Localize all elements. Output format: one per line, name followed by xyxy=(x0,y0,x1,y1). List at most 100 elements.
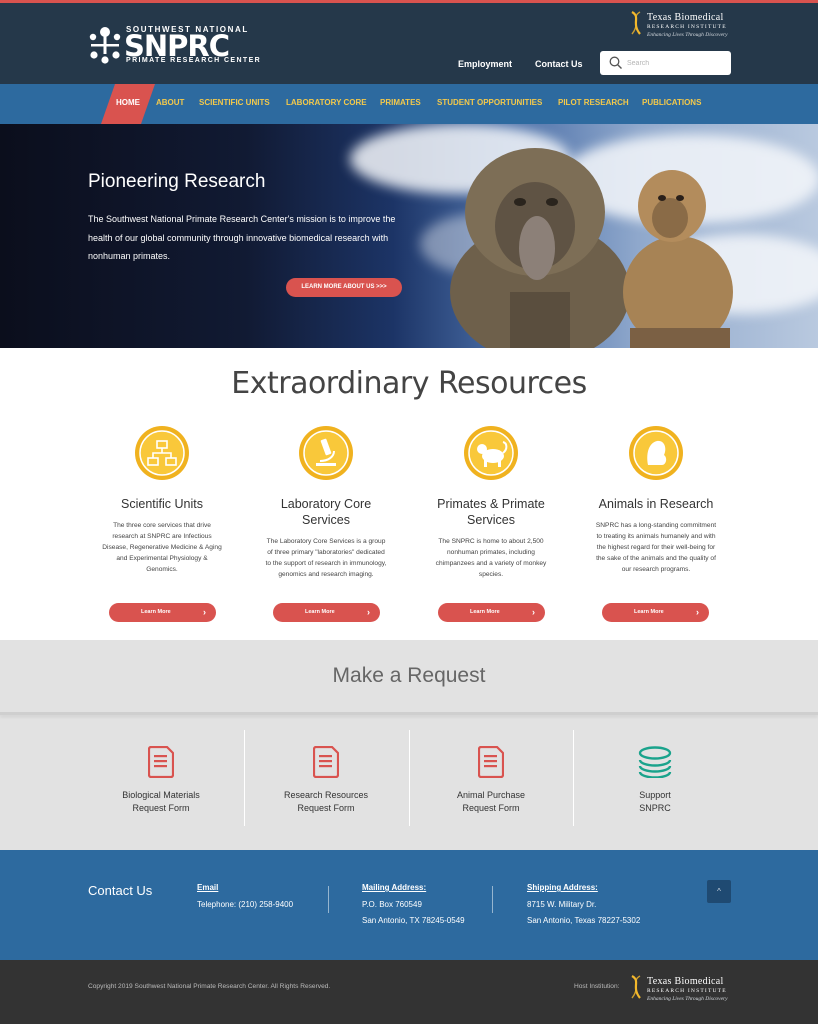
nav-item-home[interactable]: HOME xyxy=(116,98,140,107)
chevron-up-icon: ^ xyxy=(717,887,721,896)
email-link[interactable]: Email xyxy=(197,883,218,892)
shipping-address-line1: 8715 W. Military Dr. xyxy=(527,900,597,909)
form-document-icon xyxy=(313,746,339,778)
request-label: Research Resources Request Form xyxy=(251,789,401,815)
texas-biomed-subname: RESEARCH INSTITUTE xyxy=(647,24,727,30)
resource-card: Scientific Units The three core services… xyxy=(100,425,224,575)
button-label: Learn More xyxy=(470,609,500,615)
search-input[interactable] xyxy=(627,55,723,71)
request-label-line2: SNPRC xyxy=(639,803,671,813)
request-label-line1: Support xyxy=(639,790,671,800)
request-label-line2: Request Form xyxy=(132,803,190,813)
resource-description: The SNPRC is home to about 2,500 nonhuma… xyxy=(435,538,547,578)
org-chart-icon xyxy=(135,426,189,480)
research-resources-request-link[interactable]: Research Resources Request Form xyxy=(251,746,401,815)
hero-title: Pioneering Research xyxy=(88,171,266,192)
nav-item-publications[interactable]: PUBLICATIONS xyxy=(642,98,701,107)
request-label-line1: Research Resources xyxy=(283,790,369,800)
resource-description: The Laboratory Core Services is a group … xyxy=(265,538,387,578)
dna-helix-icon xyxy=(631,975,641,999)
nav-item-student-opportunities[interactable]: STUDENT OPPORTUNITIES xyxy=(437,98,542,107)
search-icon xyxy=(609,56,622,69)
bottom-bar: Copyright 2019 Southwest National Primat… xyxy=(0,960,818,1024)
learn-more-about-us-button[interactable]: LEARN MORE ABOUT US >>> xyxy=(286,278,402,297)
scroll-to-top-button[interactable]: ^ xyxy=(707,880,731,903)
section-divider xyxy=(0,712,818,715)
nav-item-laboratory-core[interactable]: LABORATORY CORE xyxy=(286,98,367,107)
form-document-icon xyxy=(148,746,174,778)
learn-more-button[interactable]: Learn More › xyxy=(438,603,545,622)
learn-more-button[interactable]: Learn More › xyxy=(109,603,216,622)
host-institution-label: Host Institution: xyxy=(574,983,620,990)
mailing-address-label: Mailing Address: xyxy=(362,883,427,892)
shipping-address-label: Shipping Address: xyxy=(527,883,598,892)
resource-card: Animals in Research SNPRC has a long-sta… xyxy=(594,425,718,575)
footer-divider xyxy=(492,886,493,913)
form-document-icon xyxy=(478,746,504,778)
young-baboon-image xyxy=(623,170,733,348)
learn-more-button[interactable]: Learn More › xyxy=(602,603,709,622)
chevron-right-icon: › xyxy=(696,607,699,617)
chevron-right-icon: › xyxy=(367,607,370,617)
resources-title: Extraordinary Resources xyxy=(231,366,587,401)
host-texas-biomed-logo[interactable]: Texas Biomedical RESEARCH INSTITUTE Enha… xyxy=(630,975,734,1005)
button-label: Learn More xyxy=(141,609,171,615)
search-box[interactable] xyxy=(600,51,731,75)
request-label-line1: Animal Purchase xyxy=(456,790,526,800)
chevron-right-icon: › xyxy=(203,607,206,617)
footer-divider xyxy=(328,886,329,913)
employment-link[interactable]: Employment xyxy=(458,59,512,69)
texas-biomed-tagline: Enhancing Lives Through Discovery xyxy=(647,996,728,1002)
resource-name: Primates & Primate Services xyxy=(437,497,545,527)
texas-biomed-name: Texas Biomedical xyxy=(647,12,724,23)
coin-stack-icon xyxy=(638,746,672,778)
resource-description: The three core services that drive resea… xyxy=(102,522,222,573)
texas-biomed-subname: RESEARCH INSTITUTE xyxy=(647,988,727,994)
resource-description: SNPRC has a long-standing commitment to … xyxy=(595,522,717,573)
request-title: Make a Request xyxy=(332,664,486,687)
contact-footer: Contact Us Email Telephone: (210) 258-94… xyxy=(0,850,818,960)
resource-card: Primates & Primate Services The SNPRC is… xyxy=(429,425,553,580)
copyright-text: Copyright 2019 Southwest National Primat… xyxy=(88,983,331,990)
chevron-right-icon: › xyxy=(532,607,535,617)
column-divider xyxy=(409,730,410,826)
request-label: Animal Purchase Request Form xyxy=(416,789,566,815)
request-label: Biological Materials Request Form xyxy=(86,789,236,815)
animal-purchase-request-link[interactable]: Animal Purchase Request Form xyxy=(416,746,566,815)
hero-banner: Pioneering Research The Southwest Nation… xyxy=(0,124,818,348)
nav-item-pilot-research[interactable]: PILOT RESEARCH xyxy=(558,98,629,107)
animal-head-icon xyxy=(629,426,683,480)
button-label: Learn More xyxy=(634,609,664,615)
column-divider xyxy=(573,730,574,826)
site-header: SOUTHWEST NATIONAL SNPRC PRIMATE RESEARC… xyxy=(0,0,818,84)
learn-more-button[interactable]: Learn More › xyxy=(273,603,380,622)
texas-biomed-name: Texas Biomedical xyxy=(647,976,724,987)
nav-item-scientific-units[interactable]: SCIENTIFIC UNITS xyxy=(199,98,270,107)
resource-card: Laboratory Core Services The Laboratory … xyxy=(264,425,388,580)
texas-biomed-logo[interactable]: Texas Biomedical RESEARCH INSTITUTE Enha… xyxy=(630,11,734,41)
telephone-text: Telephone: (210) 258-9400 xyxy=(197,900,294,909)
primate-emblem-icon xyxy=(89,27,121,64)
resource-name: Laboratory Core Services xyxy=(280,497,372,527)
logo-sub-text: PRIMATE RESEARCH CENTER xyxy=(126,57,262,64)
texas-biomed-tagline: Enhancing Lives Through Discovery xyxy=(647,32,728,38)
button-label: Learn More xyxy=(305,609,335,615)
primate-icon xyxy=(464,426,518,480)
resource-name: Animals in Research xyxy=(598,497,714,511)
dna-helix-icon xyxy=(631,11,641,35)
nav-item-about[interactable]: ABOUT xyxy=(156,98,184,107)
nav-item-primates[interactable]: PRIMATES xyxy=(380,98,421,107)
mailing-address-line1: P.O. Box 760549 xyxy=(362,900,422,909)
main-nav: HOME ABOUT SCIENTIFIC UNITS LABORATORY C… xyxy=(0,84,818,124)
contact-us-link[interactable]: Contact Us xyxy=(535,59,583,69)
footer-title: Contact Us xyxy=(88,883,153,898)
microscope-icon xyxy=(299,426,353,480)
support-snprc-link[interactable]: Support SNPRC xyxy=(580,746,730,815)
biological-materials-request-link[interactable]: Biological Materials Request Form xyxy=(86,746,236,815)
resource-name: Scientific Units xyxy=(121,497,203,511)
request-label-line2: Request Form xyxy=(462,803,520,813)
snprc-logo[interactable]: SOUTHWEST NATIONAL SNPRC PRIMATE RESEARC… xyxy=(88,23,264,67)
shipping-address-line2: San Antonio, Texas 78227-5302 xyxy=(527,916,641,925)
request-label-line2: Request Form xyxy=(297,803,355,813)
request-label-line1: Biological Materials xyxy=(122,790,200,800)
